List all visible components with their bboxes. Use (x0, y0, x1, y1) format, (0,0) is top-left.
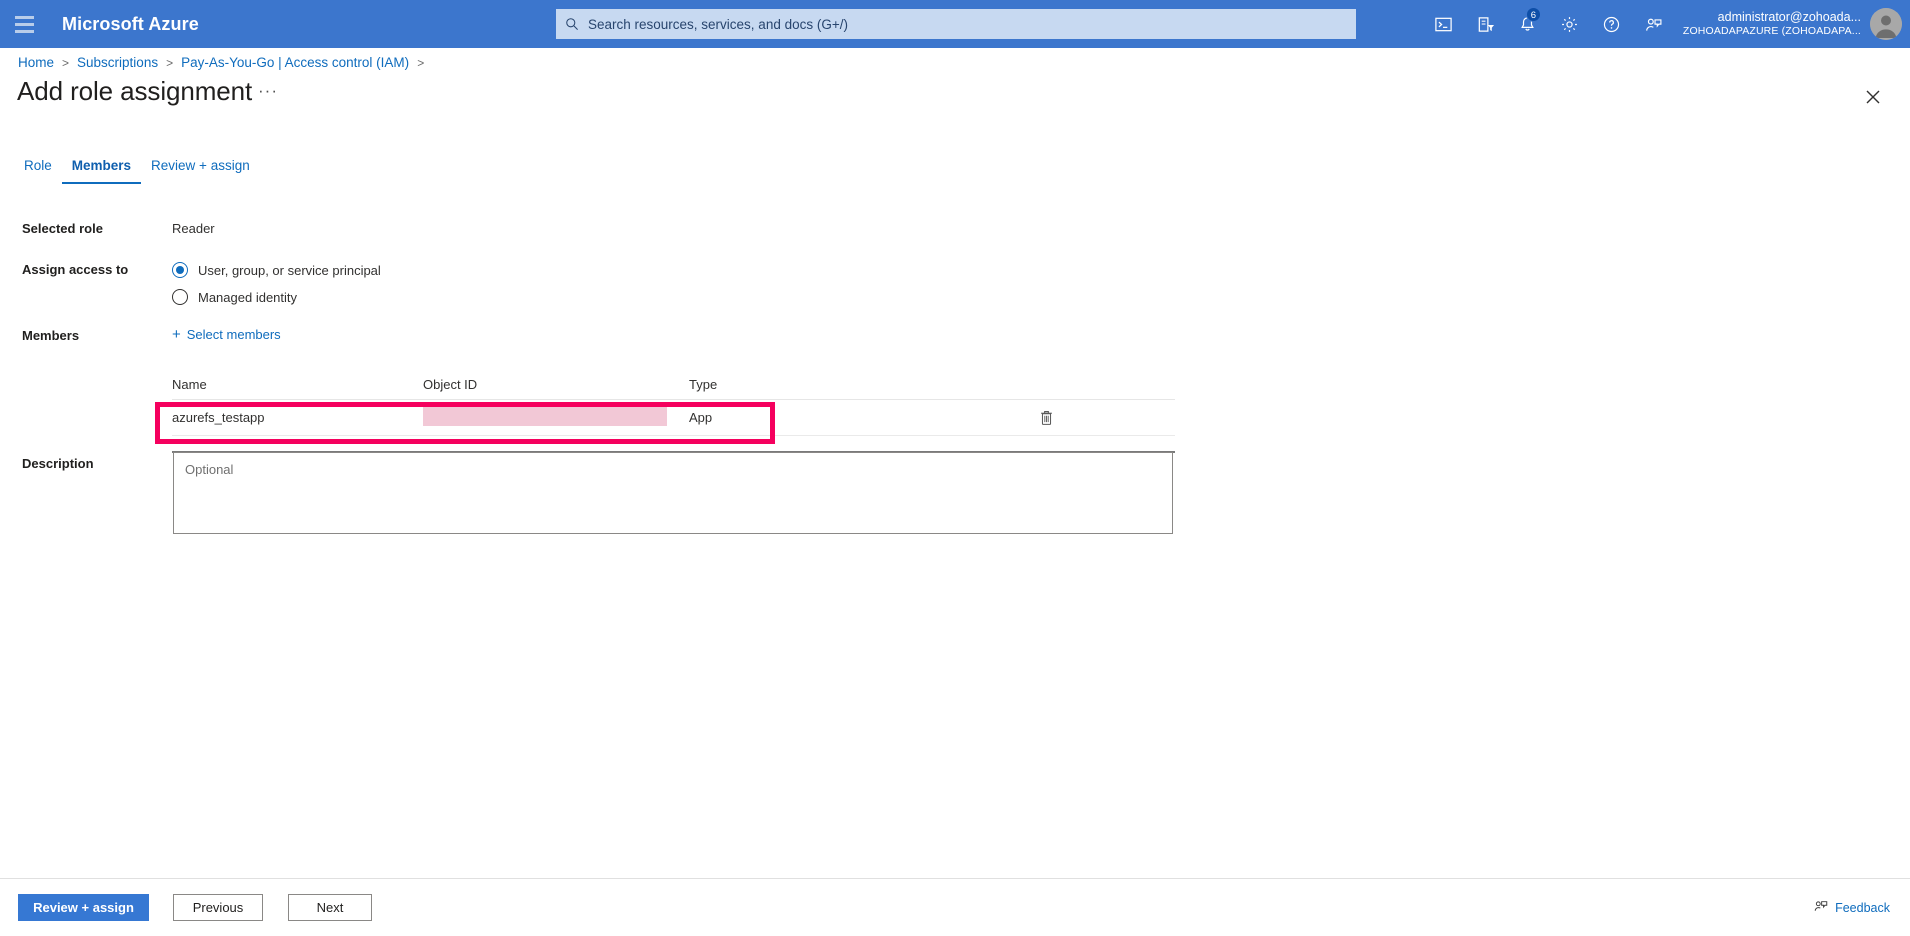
account-email: administrator@zohoada... (1683, 10, 1861, 26)
cell-member-type: App (689, 410, 917, 425)
feedback-label: Feedback (1835, 901, 1890, 915)
directory-filter-icon[interactable] (1465, 0, 1507, 48)
feedback-person-icon (1813, 898, 1829, 917)
notification-badge: 6 (1526, 7, 1541, 22)
trash-icon[interactable] (1039, 410, 1054, 426)
review-assign-button[interactable]: Review + assign (18, 894, 149, 921)
column-header-object-id: Object ID (423, 377, 689, 392)
description-label: Description (22, 456, 94, 471)
hamburger-line (15, 23, 34, 26)
tab-review-assign[interactable]: Review + assign (141, 158, 260, 184)
table-header-row: Name Object ID Type (172, 370, 1175, 400)
breadcrumb-item-access-control[interactable]: Pay-As-You-Go | Access control (IAM) (181, 55, 409, 70)
description-input[interactable] (183, 460, 1163, 526)
cell-object-id (423, 406, 689, 429)
radio-option-user-group-service-principal[interactable]: User, group, or service principal (172, 262, 381, 278)
top-nav-actions: 6 administrator@zohoada... (1423, 0, 1910, 48)
radio-icon-selected[interactable] (172, 262, 188, 278)
cloud-shell-icon[interactable] (1423, 0, 1465, 48)
global-search[interactable] (556, 9, 1356, 39)
members-table: Name Object ID Type azurefs_testapp App (172, 370, 1175, 436)
radio-icon-unselected[interactable] (172, 289, 188, 305)
breadcrumb-item-home[interactable]: Home (18, 55, 54, 70)
column-header-name: Name (172, 377, 423, 392)
top-navigation-bar: Microsoft Azure (0, 0, 1910, 48)
account-menu[interactable]: administrator@zohoada... ZOHOADAPAZURE (… (1683, 8, 1910, 40)
close-icon[interactable] (1858, 82, 1888, 112)
footer-bar: Review + assign Previous Next Feedback (0, 878, 1910, 936)
wizard-tabs: Role Members Review + assign (18, 158, 260, 184)
page-title: Add role assignment (17, 76, 252, 107)
avatar[interactable] (1870, 8, 1902, 40)
column-header-type: Type (689, 377, 917, 392)
feedback-link[interactable]: Feedback (1813, 898, 1890, 917)
radio-label: User, group, or service principal (198, 263, 381, 278)
breadcrumb: Home > Subscriptions > Pay-As-You-Go | A… (18, 55, 432, 70)
cell-member-name: azurefs_testapp (172, 410, 423, 425)
select-members-button[interactable]: + Select members (172, 327, 281, 342)
radio-label: Managed identity (198, 290, 297, 305)
brand-title[interactable]: Microsoft Azure (62, 14, 199, 35)
breadcrumb-separator: > (166, 56, 173, 70)
description-field[interactable] (173, 452, 1173, 534)
account-org: ZOHOADAPAZURE (ZOHOADAPA... (1683, 25, 1861, 38)
breadcrumb-item-subscriptions[interactable]: Subscriptions (77, 55, 158, 70)
plus-icon: + (172, 327, 181, 342)
tab-role[interactable]: Role (18, 158, 62, 184)
feedback-person-icon[interactable] (1633, 0, 1675, 48)
settings-gear-icon[interactable] (1549, 0, 1591, 48)
selected-role-value: Reader (172, 221, 215, 236)
notifications-bell-icon[interactable]: 6 (1507, 0, 1549, 48)
assign-access-radio-group: User, group, or service principal Manage… (172, 262, 381, 316)
breadcrumb-separator: > (62, 56, 69, 70)
account-text: administrator@zohoada... ZOHOADAPAZURE (… (1683, 10, 1861, 39)
radio-option-managed-identity[interactable]: Managed identity (172, 289, 381, 305)
select-members-label: Select members (187, 327, 281, 342)
search-input[interactable] (586, 11, 1347, 37)
previous-button[interactable]: Previous (173, 894, 263, 921)
breadcrumb-separator: > (417, 56, 424, 70)
help-question-icon[interactable] (1591, 0, 1633, 48)
assign-access-to-label: Assign access to (22, 262, 128, 277)
members-label: Members (22, 328, 79, 343)
hamburger-line (15, 16, 34, 19)
hamburger-line (15, 30, 34, 33)
more-options-button[interactable]: ··· (258, 86, 278, 96)
hamburger-icon[interactable] (0, 0, 48, 48)
tab-members[interactable]: Members (62, 158, 141, 184)
cell-actions (917, 410, 1175, 426)
next-button[interactable]: Next (288, 894, 372, 921)
table-row: azurefs_testapp App (172, 400, 1175, 436)
redacted-object-id (423, 406, 667, 426)
search-icon (565, 17, 579, 31)
selected-role-label: Selected role (22, 221, 103, 236)
